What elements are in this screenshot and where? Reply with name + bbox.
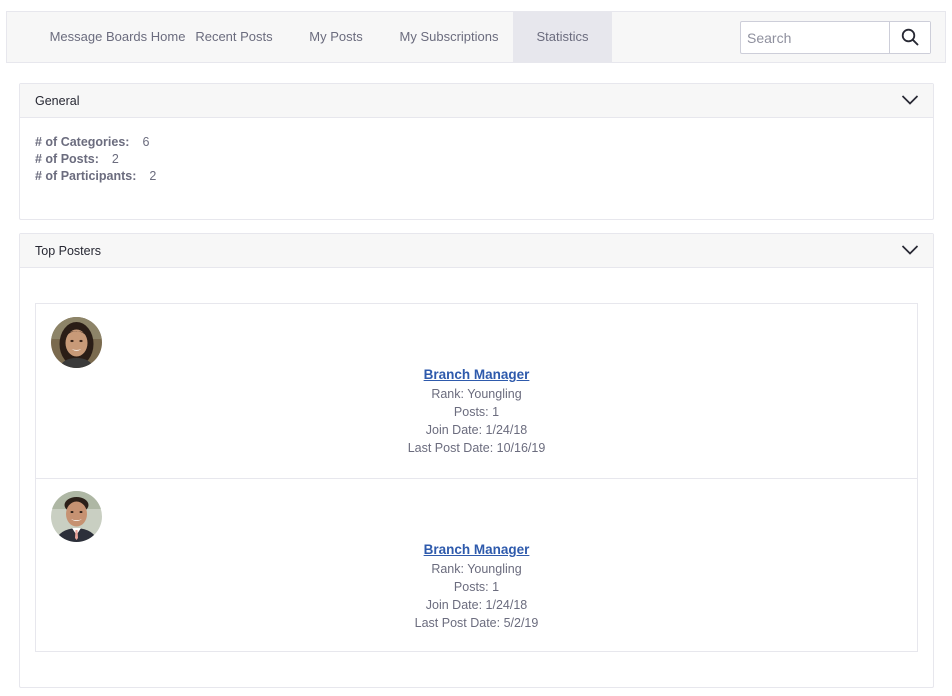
poster-rank: Rank: Youngling: [431, 562, 522, 576]
poster-last-post-date: Last Post Date: 10/16/19: [407, 441, 546, 455]
chevron-down-icon: [901, 245, 919, 255]
stat-value: 2: [149, 169, 157, 183]
poster-join-date: Join Date: 1/24/18: [425, 423, 528, 437]
top-posters-panel-header[interactable]: Top Posters: [20, 234, 933, 268]
nav-item-message-boards-home[interactable]: Message Boards Home: [22, 12, 213, 62]
poster-rank: Rank: Youngling: [431, 387, 522, 401]
poster-join-date: Join Date: 1/24/18: [425, 598, 528, 612]
stat-value: 6: [142, 135, 150, 149]
top-posters-panel-title: Top Posters: [35, 244, 102, 258]
nav-item-recent-posts[interactable]: Recent Posts: [188, 12, 280, 62]
avatar[interactable]: [51, 491, 102, 542]
stat-label: # of Participants:: [35, 169, 137, 183]
search-input[interactable]: [741, 22, 889, 53]
poster-name-link[interactable]: Branch Manager: [36, 365, 917, 385]
poster-posts-count: Posts: 1: [453, 405, 500, 419]
stat-label: # of Categories:: [35, 135, 130, 149]
stat-value: 2: [111, 152, 119, 166]
list-item: Branch Manager Rank: Youngling Posts: 1 …: [36, 304, 917, 477]
general-panel-header[interactable]: General: [20, 84, 933, 118]
poster-last-post-date: Last Post Date: 5/2/19: [414, 616, 539, 630]
top-posters-list: Branch Manager Rank: Youngling Posts: 1 …: [35, 303, 918, 652]
general-panel-title: General: [35, 94, 80, 108]
search-box: [740, 21, 931, 54]
stat-categories: # of Categories: 6: [35, 135, 149, 149]
poster-name-link[interactable]: Branch Manager: [36, 540, 917, 560]
poster-info: Branch Manager Rank: Youngling Posts: 1 …: [36, 365, 917, 457]
stat-participants: # of Participants: 2: [35, 169, 156, 183]
nav-item-statistics[interactable]: Statistics: [513, 12, 612, 62]
list-item: Branch Manager Rank: Youngling Posts: 1 …: [36, 478, 917, 651]
chevron-down-icon: [901, 95, 919, 105]
stat-label: # of Posts:: [35, 152, 99, 166]
nav-item-my-subscriptions[interactable]: My Subscriptions: [391, 12, 507, 62]
poster-info: Branch Manager Rank: Youngling Posts: 1 …: [36, 540, 917, 632]
stat-posts: # of Posts: 2: [35, 152, 119, 166]
nav-item-my-posts[interactable]: My Posts: [297, 12, 375, 62]
general-panel: General # of Categories: 6 # of Posts: 2 #…: [19, 83, 934, 220]
search-button[interactable]: [889, 22, 930, 53]
poster-posts-count: Posts: 1: [453, 580, 500, 594]
avatar[interactable]: [51, 317, 102, 368]
search-icon: [901, 28, 919, 46]
message-boards-navbar: Message Boards Home Recent Posts My Post…: [6, 11, 946, 63]
top-posters-panel: Top Posters Branch Manager Rank: Youngli…: [19, 233, 934, 688]
